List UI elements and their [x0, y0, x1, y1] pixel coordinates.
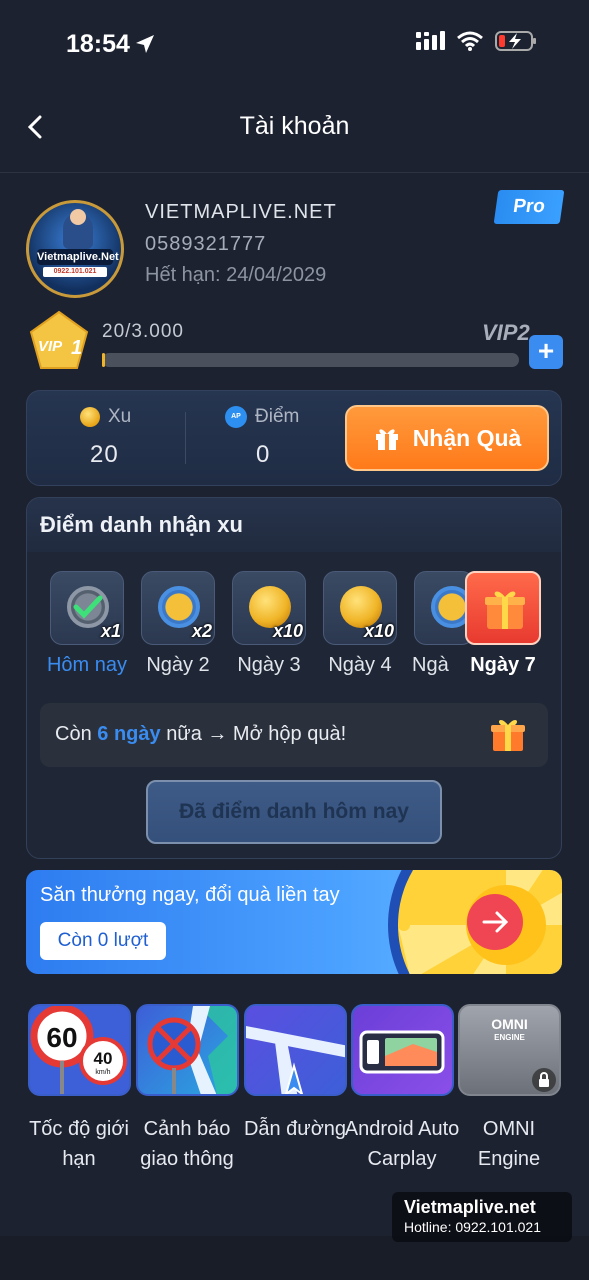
- vip-progress-fill: [102, 353, 105, 367]
- svg-text:VIP: VIP: [38, 338, 63, 355]
- checkin-day-2[interactable]: x2: [141, 571, 215, 645]
- page-title: Tài khoản: [239, 112, 350, 140]
- omni-title: OMNI: [491, 1016, 528, 1032]
- checkin-day-3[interactable]: x10: [232, 571, 306, 645]
- remain-prefix: Còn: [55, 723, 92, 745]
- wifi-icon: [457, 31, 483, 56]
- pro-badge: Pro: [493, 190, 565, 224]
- checkin-day-7[interactable]: [465, 571, 541, 645]
- no-parking-sign-icon: [147, 1006, 237, 1094]
- svg-text:40: 40: [94, 1049, 113, 1068]
- avatar-text: Vietmaplive.Net: [37, 249, 119, 265]
- day-multiplier: x1: [100, 621, 121, 641]
- day-label-3: Ngày 3: [237, 654, 301, 676]
- bottom-bar: [0, 1236, 589, 1280]
- day-multiplier: x10: [363, 621, 394, 641]
- gift-icon: [375, 429, 398, 450]
- day-multiplier: x2: [191, 621, 212, 641]
- check-icon: [73, 595, 103, 619]
- profile-phone: 0589321777: [145, 233, 267, 255]
- svg-text:1: 1: [71, 337, 82, 359]
- feature-label-speed: Tốc độ giới hạn: [29, 1118, 129, 1170]
- vip-progress-bar: [102, 353, 519, 367]
- svg-text:60: 60: [46, 1022, 77, 1053]
- watermark-site: Vietmaplive.net: [404, 1197, 536, 1217]
- feature-label-traffic: Cảnh báo giao thông: [140, 1118, 234, 1170]
- remain-days: 6 ngày: [97, 723, 161, 745]
- receive-gift-label: Nhận Quà: [412, 424, 522, 451]
- profile-name: VIETMAPLIVE.NET: [145, 201, 337, 223]
- lock-icon: [532, 1068, 556, 1092]
- gift-box-icon: [485, 591, 525, 629]
- next-vip-label: VIP2: [482, 320, 530, 345]
- coin-icon: [80, 407, 100, 427]
- speed-limit-icon: 60 40 km/h: [30, 1006, 127, 1094]
- avatar-head: [70, 209, 86, 225]
- xu-label-row: Xu: [80, 406, 131, 428]
- day-label-2: Ngày 2: [146, 654, 210, 676]
- feature-android-auto-carplay[interactable]: [351, 1004, 454, 1096]
- day-label-today: Hôm nay: [46, 654, 128, 676]
- feature-label-navigation: Dẫn đường: [243, 1118, 347, 1140]
- navigation-arrow-icon: [246, 1026, 345, 1094]
- vip-plus-button[interactable]: +: [529, 335, 563, 369]
- avatar-subtext: 0922.101.021: [43, 267, 107, 277]
- vip-progress-text: 20/3.000: [102, 321, 184, 342]
- omni-subtitle: ENGINE: [494, 1033, 525, 1042]
- lucky-wheel-text: Săn thưởng ngay, đổi quà liền tay: [40, 884, 340, 906]
- car-screen-icon: [359, 1030, 445, 1074]
- feature-label-carplay: Android Auto Carplay: [344, 1118, 460, 1170]
- profile-expiry: Hết hạn: 24/04/2029: [145, 264, 327, 286]
- feature-omni-engine[interactable]: OMNI ENGINE: [458, 1004, 561, 1096]
- vip1-badge-icon: VIP 1: [28, 310, 90, 372]
- diem-label: Điểm: [255, 406, 300, 427]
- avatar[interactable]: Vietmaplive.Net 0922.101.021: [26, 200, 124, 298]
- diem-value: 0: [256, 441, 271, 468]
- lucky-wheel-icon: [388, 870, 562, 974]
- watermark-hotline: Hotline: 0922.101.021: [404, 1219, 541, 1235]
- nav-divider: [0, 172, 589, 173]
- arrow-right-icon: [467, 894, 523, 950]
- status-icons: [415, 30, 537, 57]
- day-label-7: Ngày 7: [470, 654, 536, 676]
- signal-icon: [415, 30, 445, 57]
- lucky-turns-chip: Còn 0 lượt: [40, 922, 166, 960]
- svg-text:km/h: km/h: [95, 1069, 110, 1076]
- arrow-right-button[interactable]: [466, 893, 524, 956]
- remain-suffix: nữa → Mở hộp quà!: [166, 723, 347, 745]
- checked-in-button[interactable]: Đã điểm danh hôm nay: [146, 780, 442, 844]
- checkin-day-1[interactable]: x1: [50, 571, 124, 645]
- checkin-day-4[interactable]: x10: [323, 571, 397, 645]
- ap-icon: AP: [225, 406, 247, 428]
- feature-label-omni: OMNI Engine: [477, 1118, 541, 1170]
- points-divider: [185, 412, 186, 464]
- feature-navigation[interactable]: [244, 1004, 347, 1096]
- receive-gift-button[interactable]: Nhận Quà: [345, 405, 549, 471]
- day-label-4: Ngày 4: [328, 654, 392, 676]
- diem-label-row: AP Điểm: [225, 406, 299, 428]
- location-arrow-icon: [134, 33, 156, 60]
- battery-icon: [495, 30, 537, 57]
- status-time: 18:54: [66, 30, 130, 58]
- feature-traffic-alert[interactable]: [136, 1004, 239, 1096]
- gift-box-icon: [488, 713, 528, 753]
- feature-speed-limit[interactable]: 60 40 km/h: [28, 1004, 131, 1096]
- remain-text: Còn 6 ngày nữa → Mở hộp quà!: [55, 723, 346, 746]
- checkin-title: Điểm danh nhận xu: [40, 512, 243, 537]
- xu-value: 20: [90, 441, 119, 468]
- xu-label: Xu: [108, 406, 132, 427]
- day-multiplier: x10: [272, 621, 303, 641]
